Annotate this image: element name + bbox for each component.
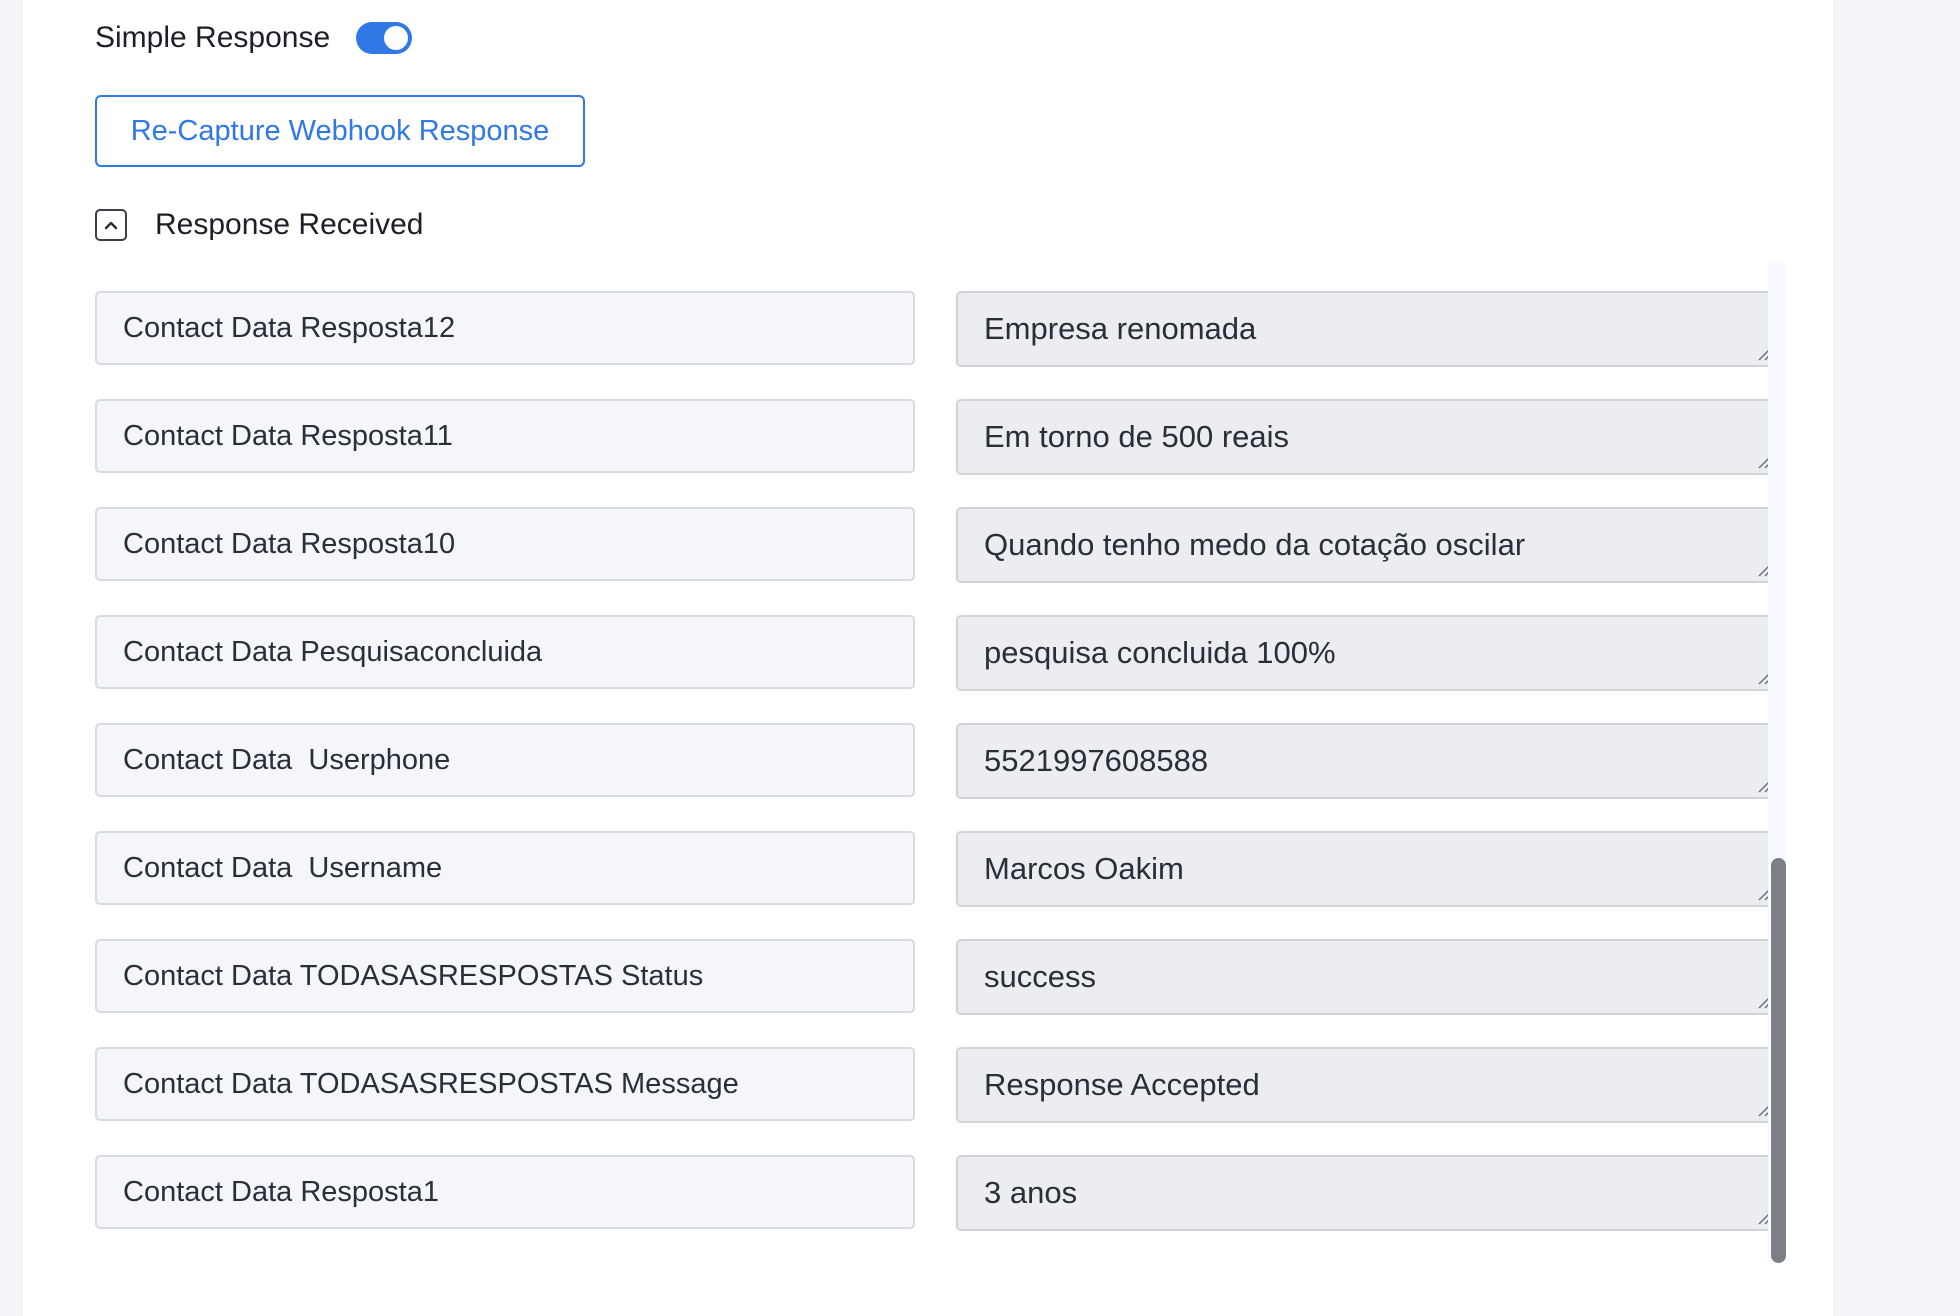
response-row: Contact Data Resposta10 Quando tenho med… [95, 507, 1777, 583]
response-row: Contact Data Resposta12 Empresa renomada [95, 291, 1777, 367]
response-value-text: 3 anos [984, 1175, 1078, 1210]
simple-response-toggle[interactable] [356, 22, 413, 54]
response-value-text: Response Accepted [984, 1067, 1260, 1102]
response-row: Contact Data Resposta11 Em torno de 500 … [95, 399, 1777, 475]
response-received-label: Response Received [155, 208, 424, 241]
response-key-field[interactable]: Contact Data TODASASRESPOSTAS Status [95, 939, 915, 1013]
response-row: Contact Data Pesquisaconcluida pesquisa … [95, 615, 1777, 691]
response-value-field[interactable]: Response Accepted [956, 1047, 1777, 1123]
response-key-field[interactable]: Contact Data Pesquisaconcluida [95, 615, 915, 689]
response-value-field[interactable]: success [956, 939, 1777, 1015]
response-value-text: Quando tenho medo da cotação oscilar [984, 527, 1526, 562]
collapse-response-button[interactable] [95, 209, 127, 241]
toggle-knob [384, 26, 409, 50]
response-value-field[interactable]: pesquisa concluida 100% [956, 615, 1777, 691]
chevron-up-icon [104, 221, 118, 230]
response-row: Contact Data TODASASRESPOSTAS Status suc… [95, 939, 1777, 1015]
response-value-field[interactable]: 3 anos [956, 1155, 1777, 1231]
response-value-text: pesquisa concluida 100% [984, 635, 1336, 670]
response-key-field[interactable]: Contact Data TODASASRESPOSTAS Message [95, 1047, 915, 1121]
response-fields-list[interactable]: Contact Data Resposta12 Empresa renomada… [95, 263, 1809, 1263]
simple-response-row: Simple Response [95, 14, 413, 62]
recapture-webhook-response-button[interactable]: Re-Capture Webhook Response [95, 95, 585, 167]
response-key-field[interactable]: Contact Data Resposta10 [95, 507, 915, 581]
response-value-field[interactable]: Em torno de 500 reais [956, 399, 1777, 475]
response-value-field[interactable]: Quando tenho medo da cotação oscilar [956, 507, 1777, 583]
response-key-field[interactable]: Contact Data Resposta11 [95, 399, 915, 473]
response-key-field[interactable]: Contact Data Resposta1 [95, 1155, 915, 1229]
response-received-header: Response Received [95, 200, 424, 250]
response-value-text: Empresa renomada [984, 311, 1257, 346]
response-value-field[interactable]: Marcos Oakim [956, 831, 1777, 907]
response-row: Contact Data Username Marcos Oakim [95, 831, 1777, 907]
response-value-text: Marcos Oakim [984, 851, 1184, 886]
simple-response-label: Simple Response [95, 21, 331, 54]
response-key-field[interactable]: Contact Data Userphone [95, 723, 915, 797]
response-value-text: 5521997608588 [984, 743, 1209, 778]
response-row: Contact Data TODASASRESPOSTAS Message Re… [95, 1047, 1777, 1123]
response-value-field[interactable]: Empresa renomada [956, 291, 1777, 367]
webhook-response-panel: Simple Response Re-Capture Webhook Respo… [22, 0, 1834, 1316]
response-key-field[interactable]: Contact Data Username [95, 831, 915, 905]
response-key-field[interactable]: Contact Data Resposta12 [95, 291, 915, 365]
response-value-text: Em torno de 500 reais [984, 419, 1290, 454]
scrollbar-thumb[interactable] [1771, 858, 1786, 1263]
response-row: Contact Data Resposta1 3 anos [95, 1155, 1777, 1231]
response-value-field[interactable]: 5521997608588 [956, 723, 1777, 799]
response-value-text: success [984, 959, 1096, 994]
response-row: Contact Data Userphone 5521997608588 [95, 723, 1777, 799]
